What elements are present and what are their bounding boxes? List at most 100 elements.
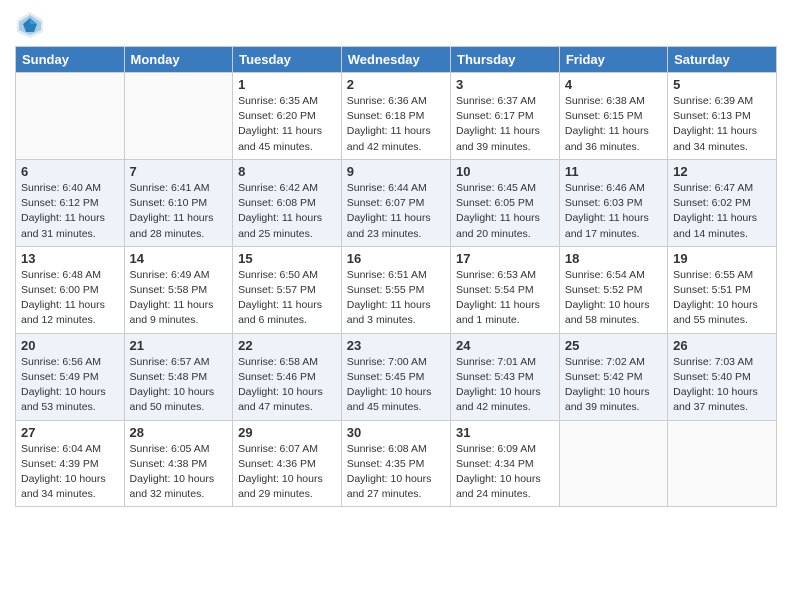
day-number: 27 [21,425,119,440]
day-number: 19 [673,251,771,266]
day-info: Sunrise: 7:02 AM Sunset: 5:42 PM Dayligh… [565,355,662,416]
day-number: 30 [347,425,445,440]
day-number: 24 [456,338,554,353]
day-number: 15 [238,251,336,266]
day-header-thursday: Thursday [451,47,560,73]
calendar-cell: 14Sunrise: 6:49 AM Sunset: 5:58 PM Dayli… [124,246,233,333]
calendar-cell: 21 Sunrise: 6:57 AM Sunset: 5:48 PM Dayli… [124,333,233,420]
day-number: 21 [130,338,228,353]
day-info: Sunrise: 6:41 AM Sunset: 6:10 PM Dayligh… [130,181,228,242]
calendar-cell: 4 Sunrise: 6:38 AM Sunset: 6:15 PM Daylig… [559,73,667,160]
calendar-week-3: 13 Sunrise: 6:48 AM Sunset: 6:00 PM Dayli… [16,246,777,333]
calendar-cell: 11Sunrise: 6:46 AM Sunset: 6:03 PM Dayli… [559,159,667,246]
day-number: 5 [673,77,771,92]
day-header-wednesday: Wednesday [341,47,450,73]
calendar-cell: 2Sunrise: 6:36 AM Sunset: 6:18 PM Daylig… [341,73,450,160]
day-header-monday: Monday [124,47,233,73]
day-header-sunday: Sunday [16,47,125,73]
day-info: Sunrise: 6:46 AM Sunset: 6:03 PM Dayligh… [565,181,662,242]
day-number: 2 [347,77,445,92]
day-info: Sunrise: 6:08 AM Sunset: 4:35 PM Dayligh… [347,442,445,503]
calendar-cell: 22 Sunrise: 6:58 AM Sunset: 5:46 PM Dayli… [233,333,342,420]
calendar-cell: 1 Sunrise: 6:35 AM Sunset: 6:20 PM Daylig… [233,73,342,160]
calendar-cell: 12 Sunrise: 6:47 AM Sunset: 6:02 PM Dayli… [668,159,777,246]
day-number: 18 [565,251,662,266]
calendar-cell: 5 Sunrise: 6:39 AM Sunset: 6:13 PM Daylig… [668,73,777,160]
calendar-cell [668,420,777,507]
day-number: 16 [347,251,445,266]
day-number: 25 [565,338,662,353]
calendar-cell [124,73,233,160]
day-number: 1 [238,77,336,92]
day-number: 14 [130,251,228,266]
calendar-cell: 29Sunrise: 6:07 AM Sunset: 4:36 PM Dayli… [233,420,342,507]
calendar-cell: 30 Sunrise: 6:08 AM Sunset: 4:35 PM Dayli… [341,420,450,507]
day-info: Sunrise: 6:54 AM Sunset: 5:52 PM Dayligh… [565,268,662,329]
day-info: Sunrise: 6:56 AM Sunset: 5:49 PM Dayligh… [21,355,119,416]
calendar-header-row: SundayMondayTuesdayWednesdayThursdayFrid… [16,47,777,73]
day-info: Sunrise: 6:51 AM Sunset: 5:55 PM Dayligh… [347,268,445,329]
calendar-cell: 24 Sunrise: 7:01 AM Sunset: 5:43 PM Dayli… [451,333,560,420]
calendar-cell: 13 Sunrise: 6:48 AM Sunset: 6:00 PM Dayli… [16,246,125,333]
calendar-cell: 10Sunrise: 6:45 AM Sunset: 6:05 PM Dayli… [451,159,560,246]
calendar-cell: 31 Sunrise: 6:09 AM Sunset: 4:34 PM Dayli… [451,420,560,507]
day-number: 29 [238,425,336,440]
day-number: 31 [456,425,554,440]
day-info: Sunrise: 6:40 AM Sunset: 6:12 PM Dayligh… [21,181,119,242]
day-number: 8 [238,164,336,179]
logo-icon [15,10,45,40]
day-info: Sunrise: 6:58 AM Sunset: 5:46 PM Dayligh… [238,355,336,416]
calendar-cell: 9 Sunrise: 6:44 AM Sunset: 6:07 PM Daylig… [341,159,450,246]
calendar-cell: 28 Sunrise: 6:05 AM Sunset: 4:38 PM Dayli… [124,420,233,507]
day-number: 3 [456,77,554,92]
calendar-week-2: 6 Sunrise: 6:40 AM Sunset: 6:12 PM Daylig… [16,159,777,246]
day-number: 9 [347,164,445,179]
day-number: 6 [21,164,119,179]
calendar-cell: 23 Sunrise: 7:00 AM Sunset: 5:45 PM Dayli… [341,333,450,420]
day-info: Sunrise: 7:03 AM Sunset: 5:40 PM Dayligh… [673,355,771,416]
page-header [15,10,777,40]
calendar-cell: 7 Sunrise: 6:41 AM Sunset: 6:10 PM Daylig… [124,159,233,246]
day-header-friday: Friday [559,47,667,73]
calendar-cell: 8Sunrise: 6:42 AM Sunset: 6:08 PM Daylig… [233,159,342,246]
day-number: 4 [565,77,662,92]
day-info: Sunrise: 7:01 AM Sunset: 5:43 PM Dayligh… [456,355,554,416]
calendar-cell: 27Sunrise: 6:04 AM Sunset: 4:39 PM Dayli… [16,420,125,507]
day-number: 26 [673,338,771,353]
day-number: 12 [673,164,771,179]
day-number: 28 [130,425,228,440]
calendar-cell: 19 Sunrise: 6:55 AM Sunset: 5:51 PM Dayli… [668,246,777,333]
calendar-cell: 26 Sunrise: 7:03 AM Sunset: 5:40 PM Dayli… [668,333,777,420]
calendar-cell: 17Sunrise: 6:53 AM Sunset: 5:54 PM Dayli… [451,246,560,333]
day-header-saturday: Saturday [668,47,777,73]
day-info: Sunrise: 6:37 AM Sunset: 6:17 PM Dayligh… [456,94,554,155]
day-number: 17 [456,251,554,266]
calendar-cell: 15Sunrise: 6:50 AM Sunset: 5:57 PM Dayli… [233,246,342,333]
day-info: Sunrise: 6:38 AM Sunset: 6:15 PM Dayligh… [565,94,662,155]
day-info: Sunrise: 6:48 AM Sunset: 6:00 PM Dayligh… [21,268,119,329]
day-info: Sunrise: 6:05 AM Sunset: 4:38 PM Dayligh… [130,442,228,503]
day-info: Sunrise: 6:09 AM Sunset: 4:34 PM Dayligh… [456,442,554,503]
day-number: 22 [238,338,336,353]
calendar-cell: 16 Sunrise: 6:51 AM Sunset: 5:55 PM Dayli… [341,246,450,333]
day-info: Sunrise: 6:44 AM Sunset: 6:07 PM Dayligh… [347,181,445,242]
calendar-cell: 25 Sunrise: 7:02 AM Sunset: 5:42 PM Dayli… [559,333,667,420]
day-number: 13 [21,251,119,266]
day-info: Sunrise: 6:39 AM Sunset: 6:13 PM Dayligh… [673,94,771,155]
calendar-cell [559,420,667,507]
calendar-cell: 18 Sunrise: 6:54 AM Sunset: 5:52 PM Dayli… [559,246,667,333]
day-number: 23 [347,338,445,353]
day-number: 10 [456,164,554,179]
day-header-tuesday: Tuesday [233,47,342,73]
day-info: Sunrise: 6:55 AM Sunset: 5:51 PM Dayligh… [673,268,771,329]
day-info: Sunrise: 7:00 AM Sunset: 5:45 PM Dayligh… [347,355,445,416]
day-number: 20 [21,338,119,353]
calendar-table: SundayMondayTuesdayWednesdayThursdayFrid… [15,46,777,507]
calendar-week-1: 1 Sunrise: 6:35 AM Sunset: 6:20 PM Daylig… [16,73,777,160]
day-info: Sunrise: 6:35 AM Sunset: 6:20 PM Dayligh… [238,94,336,155]
day-info: Sunrise: 6:57 AM Sunset: 5:48 PM Dayligh… [130,355,228,416]
day-info: Sunrise: 6:47 AM Sunset: 6:02 PM Dayligh… [673,181,771,242]
day-number: 7 [130,164,228,179]
calendar-cell: 6 Sunrise: 6:40 AM Sunset: 6:12 PM Daylig… [16,159,125,246]
logo [15,10,47,40]
